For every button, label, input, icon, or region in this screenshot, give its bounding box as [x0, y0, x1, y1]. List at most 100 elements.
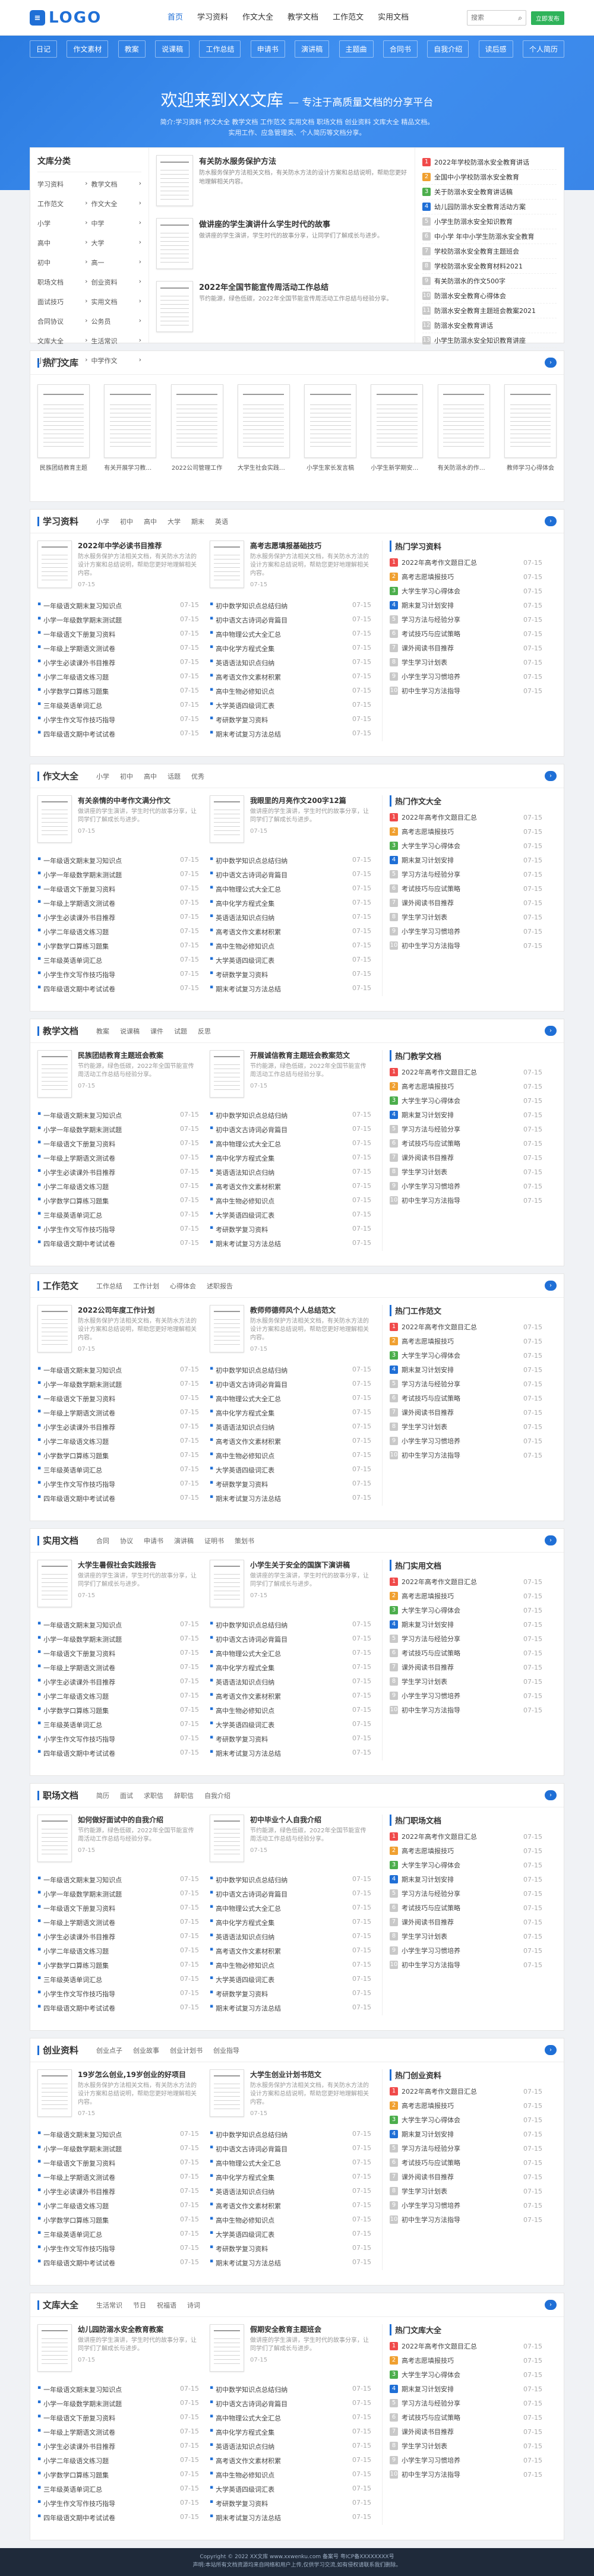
side-list-item[interactable]: 8 学生学习计划表 07-15	[390, 910, 542, 924]
section-tab[interactable]: 期末	[191, 517, 204, 526]
lead-title[interactable]: 19岁怎么创业,19岁创业的好项目	[78, 2069, 199, 2079]
side-list-item[interactable]: 7 课外阅读书目推荐 07-15	[390, 641, 542, 655]
side-list-item[interactable]: 7 课外阅读书目推荐 07-15	[390, 1915, 542, 1929]
list-item[interactable]: 考研数学复习资料 07-15	[210, 2242, 371, 2256]
list-item[interactable]: 英语语法知识点归纳 07-15	[210, 656, 371, 670]
list-item[interactable]: 英语语法知识点归纳 07-15	[210, 1165, 371, 1180]
side-list-item[interactable]: 9 小学生学习习惯培养 07-15	[390, 1434, 542, 1448]
subnav-item[interactable]: 演讲稿	[295, 40, 330, 58]
hot-list-item[interactable]: 11 防溺水安全教育主题班会教案2021	[422, 304, 557, 318]
side-list-item[interactable]: 6 考试技巧与应试策略 07-15	[390, 881, 542, 896]
nav-item[interactable]: 实用文档	[371, 0, 416, 36]
list-item[interactable]: 大学英语四级词汇表 07-15	[210, 698, 371, 713]
side-list-item[interactable]: 3 大学生学习心得体会 07-15	[390, 2368, 542, 2382]
lead-title[interactable]: 如何做好面试中的自我介绍	[78, 1815, 199, 1825]
side-list-item[interactable]: 8 学生学习计划表 07-15	[390, 2184, 542, 2198]
section-tab[interactable]: 述职报告	[207, 1281, 233, 1291]
list-item[interactable]: 期末考试复习方法总结 07-15	[210, 982, 371, 996]
side-list-item[interactable]: 3 大学生学习心得体会 07-15	[390, 1603, 542, 1617]
nav-item[interactable]: 工作范文	[326, 0, 371, 36]
hot-list-item[interactable]: 4 幼儿园防溺水安全教育活动方案	[422, 200, 557, 214]
lead-title[interactable]: 我眼里的月亮作文200字12篇	[250, 795, 371, 805]
nav-item[interactable]: 教学文档	[280, 0, 326, 36]
list-item[interactable]: 大学英语四级词汇表 07-15	[210, 2482, 371, 2496]
side-list-item[interactable]: 2 高考志愿填报技巧 07-15	[390, 2098, 542, 2113]
side-list-item[interactable]: 2 高考志愿填报技巧 07-15	[390, 1334, 542, 1348]
list-item[interactable]: 四年级语文期中考试试卷 07-15	[37, 2001, 199, 2015]
list-item[interactable]: 小学数学口算练习题集 07-15	[37, 1194, 199, 1208]
list-item[interactable]: 初中语文古诗词必背篇目 07-15	[210, 1887, 371, 1901]
list-item[interactable]: 初中语文古诗词必背篇目 07-15	[210, 1632, 371, 1646]
side-list-item[interactable]: 7 课外阅读书目推荐 07-15	[390, 1660, 542, 1674]
hot-doc-card[interactable]: 小学生家长发言稿	[304, 384, 357, 472]
list-item[interactable]: 期末考试复习方法总结 07-15	[210, 1746, 371, 1760]
side-list-item[interactable]: 9 小学生学习习惯培养 07-15	[390, 924, 542, 938]
list-item[interactable]: 三年级英语单词汇总 07-15	[37, 1463, 199, 1477]
lead-doc[interactable]: 小学生关于安全的国旗下演讲稿 做讲座的学生演讲，学生时代的故事分享，让同学们了解成…	[210, 1560, 371, 1613]
subnav-item[interactable]: 主题曲	[339, 40, 374, 58]
lead-doc[interactable]: 有关亲情的中考作文满分作文 做讲座的学生演讲，学生时代的故事分享，让同学们了解成长…	[37, 795, 199, 849]
list-item[interactable]: 小学生作文写作技巧指导 07-15	[37, 968, 199, 982]
subnav-item[interactable]: 个人简历	[522, 40, 564, 58]
section-tab[interactable]: 面试	[120, 1791, 133, 1800]
side-list-item[interactable]: 1 2022年高考作文题目汇总 07-15	[390, 1829, 542, 1844]
hot-list-item[interactable]: 6 中小学 年中小学生防溺水安全教育	[422, 229, 557, 244]
list-item[interactable]: 一年级语文下册复习资料 07-15	[37, 1137, 199, 1151]
list-item[interactable]: 小学二年级语文练习题 07-15	[37, 1944, 199, 1958]
subnav-item[interactable]: 日记	[30, 40, 58, 58]
list-item[interactable]: 考研数学复习资料 07-15	[210, 713, 371, 727]
lead-title[interactable]: 幼儿园防溺水安全教育教案	[78, 2324, 199, 2334]
search-box[interactable]: ⌕	[467, 10, 526, 26]
list-item[interactable]: 大学英语四级词汇表 07-15	[210, 953, 371, 968]
list-item[interactable]: 小学一年级数学期末测试题 07-15	[37, 1377, 199, 1392]
hot-doc-card[interactable]: 2022公司管理工作	[170, 384, 223, 472]
side-list-item[interactable]: 5 学习方法与经验分享 07-15	[390, 2396, 542, 2410]
section-tab[interactable]: 求职信	[144, 1791, 163, 1800]
side-list-item[interactable]: 7 课外阅读书目推荐 07-15	[390, 2425, 542, 2439]
category-item[interactable]: 高一 ›	[91, 254, 142, 271]
section-tab[interactable]: 辞职信	[174, 1791, 194, 1800]
subnav-item[interactable]: 工作总结	[199, 40, 241, 58]
list-item[interactable]: 三年级英语单词汇总 07-15	[37, 2227, 199, 2242]
side-list-item[interactable]: 10 初中生学习方法指导 07-15	[390, 1958, 542, 1972]
list-item[interactable]: 高考语文作文素材积累 07-15	[210, 2454, 371, 2468]
side-list-item[interactable]: 3 大学生学习心得体会 07-15	[390, 1093, 542, 1108]
search-input[interactable]	[471, 14, 507, 21]
list-item[interactable]: 高中化学方程式全集 07-15	[210, 1406, 371, 1420]
side-list-item[interactable]: 1 2022年高考作文题目汇总 07-15	[390, 1575, 542, 1589]
list-item[interactable]: 高中物理公式大全汇总 07-15	[210, 2411, 371, 2425]
section-tab[interactable]: 诗词	[187, 2300, 200, 2310]
side-list-item[interactable]: 5 学习方法与经验分享 07-15	[390, 1122, 542, 1136]
side-list-item[interactable]: 9 小学生学习习惯培养 07-15	[390, 1179, 542, 1193]
list-item[interactable]: 一年级上学期语文测试卷 07-15	[37, 1151, 199, 1165]
list-item[interactable]: 一年级上学期语文测试卷 07-15	[37, 1661, 199, 1675]
list-item[interactable]: 初中数学知识点总结归纳 07-15	[210, 1873, 371, 1887]
category-item[interactable]: 公务员 ›	[91, 313, 142, 330]
list-item[interactable]: 小学一年级数学期末测试题 07-15	[37, 2397, 199, 2411]
list-item[interactable]: 四年级语文期中考试试卷 07-15	[37, 1746, 199, 1760]
list-item[interactable]: 三年级英语单词汇总 07-15	[37, 1973, 199, 1987]
side-list-item[interactable]: 1 2022年高考作文题目汇总 07-15	[390, 2084, 542, 2098]
section-tab[interactable]: 试题	[174, 1026, 187, 1036]
list-item[interactable]: 高中物理公式大全汇总 07-15	[210, 1901, 371, 1916]
hot-list-item[interactable]: 13 小学生防溺水安全知识教育讲座	[422, 333, 557, 348]
side-list-item[interactable]: 6 考试技巧与应试策略 07-15	[390, 1901, 542, 1915]
featured-doc[interactable]: 2022年全国节能宣传周活动工作总结 节约能源，绿色低碳，2022年全国节能宣传周…	[156, 281, 407, 340]
list-item[interactable]: 高中生物必修知识点 07-15	[210, 939, 371, 953]
category-item[interactable]: 小学作文 ›	[37, 352, 88, 369]
list-item[interactable]: 大学英语四级词汇表 07-15	[210, 1718, 371, 1732]
section-tab[interactable]: 高中	[144, 772, 157, 781]
hot-list-item[interactable]: 12 防溺水安全教育讲话	[422, 318, 557, 333]
hot-doc-card[interactable]: 小学生新学期安全教育	[371, 384, 424, 472]
side-list-item[interactable]: 8 学生学习计划表 07-15	[390, 1929, 542, 1943]
list-item[interactable]: 初中语文古诗词必背篇目 07-15	[210, 613, 371, 627]
list-item[interactable]: 高中物理公式大全汇总 07-15	[210, 1392, 371, 1406]
site-logo[interactable]: ≡ LOGO	[30, 9, 160, 27]
side-list-item[interactable]: 1 2022年高考作文题目汇总 07-15	[390, 555, 542, 570]
side-list-item[interactable]: 8 学生学习计划表 07-15	[390, 1165, 542, 1179]
list-item[interactable]: 初中数学知识点总结归纳 07-15	[210, 1363, 371, 1377]
list-item[interactable]: 一年级上学期语文测试卷 07-15	[37, 641, 199, 656]
lead-title[interactable]: 2022年中学必读书目推荐	[78, 541, 199, 551]
list-item[interactable]: 考研数学复习资料 07-15	[210, 1732, 371, 1746]
lead-doc[interactable]: 幼儿园防溺水安全教育教案 做讲座的学生演讲，学生时代的故事分享，让同学们了解成长与…	[37, 2324, 199, 2378]
